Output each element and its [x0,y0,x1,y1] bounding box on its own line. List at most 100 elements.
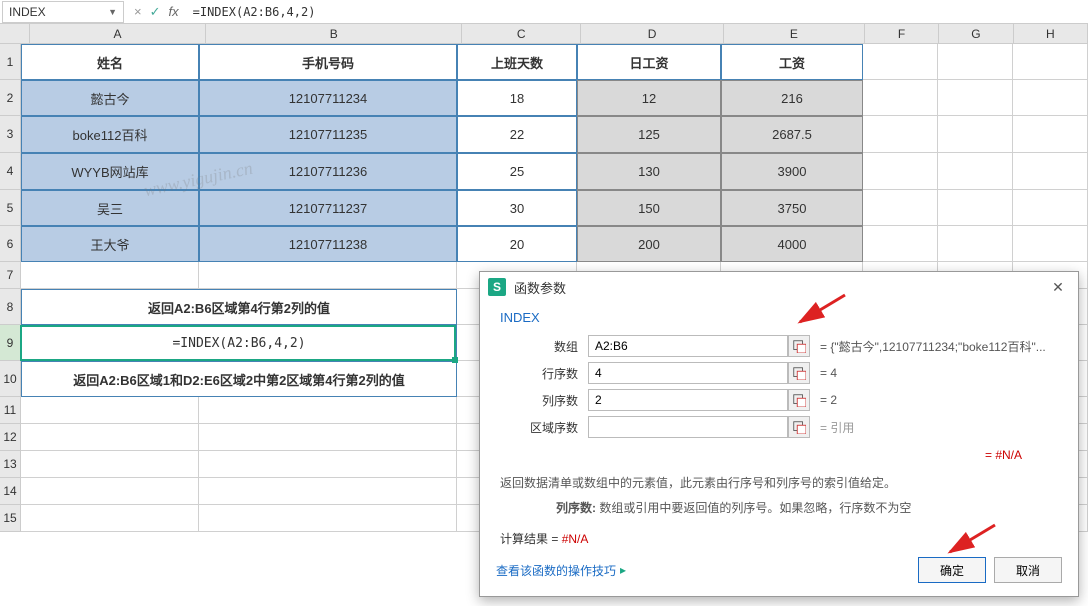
cell-F1[interactable] [863,44,938,80]
area-num-input[interactable] [588,416,788,438]
dialog-titlebar[interactable]: S 函数参数 ✕ [480,272,1078,302]
col-num-input[interactable] [588,389,788,411]
cell-A9-merged[interactable]: =INDEX(A2:B6,4,2) [21,325,457,361]
cell-A1[interactable]: 姓名 [21,44,199,80]
accept-icon[interactable]: ✓ [150,4,161,20]
cell-H6[interactable] [1013,226,1088,262]
cell-B5[interactable]: 12107711237 [199,190,457,226]
cell-F3[interactable] [863,116,938,153]
cell-G6[interactable] [938,226,1013,262]
row-header-12[interactable]: 12 [0,424,21,451]
cell-A14[interactable] [21,478,199,505]
cell-A7[interactable] [21,262,199,289]
array-input[interactable] [588,335,788,357]
cell-D2[interactable]: 12 [577,80,721,116]
cell-F4[interactable] [863,153,938,190]
cell-C6[interactable]: 20 [457,226,577,262]
cell-B15[interactable] [199,505,457,532]
cell-A12[interactable] [21,424,199,451]
cell-B6[interactable]: 12107711238 [199,226,457,262]
row-header-3[interactable]: 3 [0,116,21,153]
col-header-D[interactable]: D [581,24,724,44]
cell-A11[interactable] [21,397,199,424]
row-num-input[interactable] [588,362,788,384]
cell-A3[interactable]: boke112百科 [21,116,199,153]
cell-B2[interactable]: 12107711234 [199,80,457,116]
col-header-E[interactable]: E [724,24,865,44]
cancel-button[interactable]: 取消 [994,557,1062,583]
cell-G5[interactable] [938,190,1013,226]
cell-G3[interactable] [938,116,1013,153]
cell-D3[interactable]: 125 [577,116,721,153]
row-header-5[interactable]: 5 [0,190,21,226]
col-header-B[interactable]: B [206,24,462,44]
row-header-9[interactable]: 9 [0,325,21,361]
col-header-A[interactable]: A [30,24,207,44]
help-link[interactable]: 查看该函数的操作技巧 ▸ [496,562,626,579]
range-picker-icon[interactable] [788,362,810,384]
cell-A4[interactable]: WYYB网站库 [21,153,199,190]
cell-A8-merged[interactable]: 返回A2:B6区域第4行第2列的值 [21,289,457,325]
cell-C5[interactable]: 30 [457,190,577,226]
cell-C4[interactable]: 25 [457,153,577,190]
cell-B4[interactable]: 12107711236 [199,153,457,190]
name-box[interactable]: INDEX ▼ [2,1,124,23]
cell-A10-merged[interactable]: 返回A2:B6区域1和D2:E6区域2中第2区域第4行第2列的值 [21,361,457,397]
row-header-13[interactable]: 13 [0,451,21,478]
cell-C1[interactable]: 上班天数 [457,44,577,80]
cell-H2[interactable] [1013,80,1088,116]
col-header-G[interactable]: G [939,24,1013,44]
cell-E5[interactable]: 3750 [721,190,863,226]
cancel-icon[interactable]: × [134,4,142,19]
cell-D4[interactable]: 130 [577,153,721,190]
cell-B13[interactable] [199,451,457,478]
cell-F5[interactable] [863,190,938,226]
row-header-11[interactable]: 11 [0,397,21,424]
select-all-corner[interactable] [0,24,30,44]
cell-D1[interactable]: 日工资 [577,44,721,80]
cell-H1[interactable] [1013,44,1088,80]
cell-E1[interactable]: 工资 [721,44,863,80]
cell-A5[interactable]: 吴三 [21,190,199,226]
row-header-2[interactable]: 2 [0,80,21,116]
range-picker-icon[interactable] [788,335,810,357]
cell-B14[interactable] [199,478,457,505]
cell-D5[interactable]: 150 [577,190,721,226]
cell-A6[interactable]: 王大爷 [21,226,199,262]
row-header-15[interactable]: 15 [0,505,21,532]
cell-B11[interactable] [199,397,457,424]
col-header-F[interactable]: F [865,24,939,44]
cell-F2[interactable] [863,80,938,116]
cell-B7[interactable] [199,262,457,289]
cell-G1[interactable] [938,44,1013,80]
cell-H3[interactable] [1013,116,1088,153]
cell-H5[interactable] [1013,190,1088,226]
cell-A13[interactable] [21,451,199,478]
formula-input[interactable]: =INDEX(A2:B6,4,2) [189,5,316,19]
range-picker-icon[interactable] [788,416,810,438]
row-header-4[interactable]: 4 [0,153,21,190]
cell-B12[interactable] [199,424,457,451]
row-header-8[interactable]: 8 [0,289,21,325]
cell-E4[interactable]: 3900 [721,153,863,190]
row-header-6[interactable]: 6 [0,226,21,262]
name-box-dropdown-icon[interactable]: ▼ [108,7,117,17]
row-header-7[interactable]: 7 [0,262,21,289]
close-icon[interactable]: ✕ [1046,275,1070,299]
cell-B1[interactable]: 手机号码 [199,44,457,80]
cell-G4[interactable] [938,153,1013,190]
col-header-C[interactable]: C [462,24,581,44]
cell-E2[interactable]: 216 [721,80,863,116]
row-header-14[interactable]: 14 [0,478,21,505]
row-header-1[interactable]: 1 [0,44,21,80]
cell-H4[interactable] [1013,153,1088,190]
row-header-10[interactable]: 10 [0,361,21,397]
cell-E3[interactable]: 2687.5 [721,116,863,153]
cell-C3[interactable]: 22 [457,116,577,153]
cell-E6[interactable]: 4000 [721,226,863,262]
cell-A15[interactable] [21,505,199,532]
fx-icon[interactable]: fx [169,4,179,19]
cell-A2[interactable]: 懿古今 [21,80,199,116]
cell-F6[interactable] [863,226,938,262]
cell-C2[interactable]: 18 [457,80,577,116]
